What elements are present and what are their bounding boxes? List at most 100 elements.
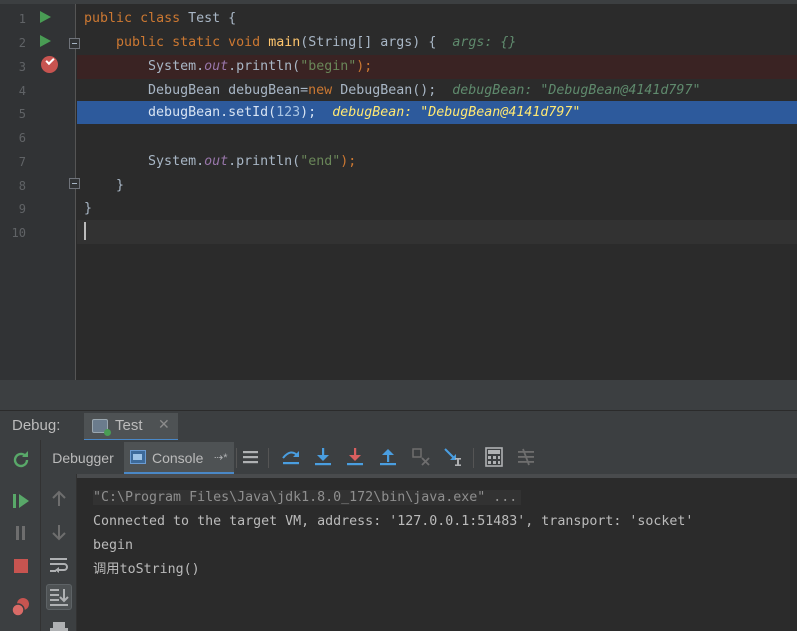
- code-text: );: [300, 105, 317, 120]
- step-over-icon[interactable]: [280, 446, 302, 468]
- console-connected-line: Connected to the target VM, address: '12…: [93, 514, 694, 529]
- debug-session-tab[interactable]: Test ✕: [84, 413, 178, 441]
- up-arrow-icon[interactable]: [47, 487, 71, 511]
- code-text: );: [356, 59, 373, 74]
- line-number: 7: [18, 155, 26, 169]
- left-column-header: [0, 440, 41, 474]
- line-number: 4: [18, 84, 26, 98]
- trace-icon[interactable]: [515, 446, 537, 468]
- soft-wrap-icon[interactable]: [47, 553, 71, 577]
- tab-debugger[interactable]: Debugger: [46, 442, 120, 474]
- session-tab-label: Test: [115, 417, 143, 434]
- code-text: }: [84, 201, 93, 216]
- code-line-7: System.out.println("end");: [84, 150, 356, 174]
- down-arrow-icon[interactable]: [47, 520, 71, 544]
- keyword: public: [116, 35, 165, 50]
- code-text: .println(: [228, 154, 301, 169]
- toolbar-divider: [236, 448, 237, 468]
- string-literal: "begin": [300, 59, 357, 74]
- keyword: new: [308, 83, 333, 98]
- keyword: public: [84, 11, 133, 26]
- console-icon: [130, 450, 146, 464]
- method-name: main: [268, 35, 301, 50]
- code-editor[interactable]: 1 2 3 4 5 6 7 8 9 10 public class Test {…: [0, 0, 797, 380]
- code-text: (String[] args) {: [300, 35, 437, 50]
- toolbar-divider: [473, 448, 474, 468]
- current-line-highlight: [77, 220, 797, 244]
- code-line-4: DebugBean debugBean=new DebugBean(); deb…: [84, 79, 700, 103]
- code-text: }: [116, 178, 125, 193]
- debug-title: Debug:: [12, 417, 61, 434]
- code-text: System.: [148, 154, 205, 169]
- console-output-line: 调用toString(): [93, 562, 200, 577]
- stop-icon[interactable]: [9, 554, 33, 578]
- static-field: out: [204, 154, 229, 169]
- inline-debug-value: debugBean: "DebugBean@4141d797": [452, 83, 701, 98]
- code-line-1: public class Test {: [84, 7, 236, 31]
- close-icon[interactable]: ✕: [158, 417, 170, 433]
- text-cursor: [84, 222, 86, 240]
- console-actions-bar: [41, 474, 77, 631]
- inline-debug-value: args: {}: [452, 35, 517, 50]
- code-text: DebugBean debugBean=: [148, 83, 309, 98]
- debug-actions-bar: [0, 474, 41, 631]
- force-step-into-icon[interactable]: [344, 446, 366, 468]
- line-number: 3: [18, 60, 26, 74]
- console-output-line: begin: [93, 538, 134, 553]
- editor-top-border: [0, 0, 797, 4]
- drop-frame-icon[interactable]: [410, 446, 432, 468]
- code-text: );: [340, 154, 357, 169]
- fold-icon[interactable]: [69, 38, 80, 49]
- breakpoint-check-icon: [45, 55, 55, 66]
- static-field: out: [204, 59, 229, 74]
- code-text: debugBean.setId(: [148, 105, 277, 120]
- console-command-line: "C:\Program Files\Java\jdk1.8.0_172\bin\…: [93, 486, 522, 510]
- keyword: static: [172, 35, 221, 50]
- keyword: class: [140, 11, 181, 26]
- editor-gutter[interactable]: 1 2 3 4 5 6 7 8 9 10: [0, 4, 80, 380]
- run-main-icon[interactable]: [40, 35, 51, 47]
- line-number: 5: [18, 107, 26, 121]
- step-into-icon[interactable]: [312, 446, 334, 468]
- inline-debug-value: debugBean: "DebugBean@4141d797": [332, 105, 581, 120]
- console-output[interactable]: "C:\Program Files\Java\jdk1.8.0_172\bin\…: [77, 474, 797, 631]
- code-line-10: [84, 220, 86, 244]
- keyword: void: [228, 35, 261, 50]
- rerun-icon[interactable]: [9, 448, 33, 472]
- code-text: DebugBean();: [332, 83, 437, 98]
- pin-icon[interactable]: ⇢*: [214, 442, 228, 474]
- debug-tool-window-header: Debug: Test ✕: [0, 410, 797, 441]
- tab-console-label: Console: [152, 450, 204, 466]
- debug-toolbar: Debugger Console ⇢*: [0, 440, 797, 474]
- evaluate-expression-icon[interactable]: [483, 446, 505, 468]
- run-to-cursor-icon[interactable]: [442, 446, 464, 468]
- code-text: System.: [148, 59, 205, 74]
- show-execution-point-icon[interactable]: [240, 446, 262, 468]
- code-text: .println(: [228, 59, 301, 74]
- run-class-icon[interactable]: [40, 11, 51, 23]
- line-number: 10: [11, 226, 26, 240]
- breakpoint-icon[interactable]: [41, 55, 58, 73]
- string-literal: "end": [300, 154, 341, 169]
- code-line-3: System.out.println("begin");: [84, 55, 372, 79]
- step-out-icon[interactable]: [377, 446, 399, 468]
- line-number: 6: [18, 131, 26, 145]
- toolbar-divider: [268, 448, 269, 468]
- run-config-icon: [92, 419, 111, 436]
- view-breakpoints-icon[interactable]: [9, 595, 33, 619]
- code-line-2: public static void main(String[] args) {…: [84, 31, 516, 55]
- code-line-9: }: [84, 197, 92, 221]
- line-number: 2: [18, 36, 26, 50]
- code-line-5: debugBean.setId(123); debugBean: "DebugB…: [84, 101, 580, 125]
- tab-console[interactable]: Console ⇢*: [124, 442, 234, 474]
- line-number: 9: [18, 202, 26, 216]
- print-icon[interactable]: [47, 620, 71, 631]
- fold-icon[interactable]: [69, 178, 80, 189]
- pause-icon[interactable]: [9, 521, 33, 545]
- resume-icon[interactable]: [9, 489, 33, 513]
- panel-splitter[interactable]: [0, 380, 797, 410]
- line-number: 8: [18, 179, 26, 193]
- number-literal: 123: [276, 105, 301, 120]
- scroll-to-end-icon[interactable]: [46, 584, 72, 610]
- code-text: Test {: [180, 11, 237, 26]
